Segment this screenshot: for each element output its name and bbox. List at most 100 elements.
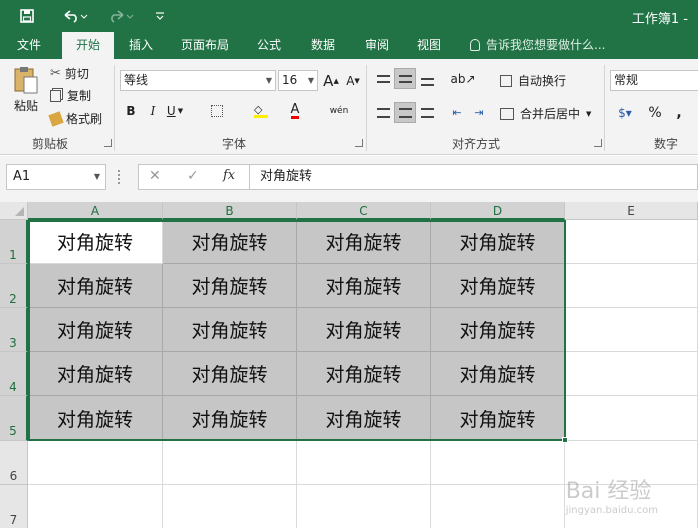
tab-formulas[interactable]: 公式 <box>248 32 290 59</box>
increase-indent-button[interactable]: ⇥ <box>468 102 490 123</box>
number-format-select[interactable]: 常规 <box>610 70 698 91</box>
cell-b4[interactable]: 对角旋转 <box>163 352 297 396</box>
cell-c2[interactable]: 对角旋转 <box>297 264 431 308</box>
cell-b7[interactable] <box>163 485 297 528</box>
wrap-text-button[interactable]: 自动换行 <box>500 72 566 89</box>
cell-a5[interactable]: 对角旋转 <box>28 396 163 441</box>
tab-review[interactable]: 审阅 <box>356 32 398 59</box>
borders-button[interactable] <box>206 100 228 121</box>
cell-c6[interactable] <box>297 441 431 485</box>
merge-center-button[interactable]: 合并后居中 ▼ <box>500 105 591 122</box>
column-header-e[interactable]: E <box>565 202 698 220</box>
column-header-d[interactable]: D <box>431 202 565 220</box>
tab-view[interactable]: 视图 <box>408 32 450 59</box>
comma-button[interactable]: , <box>668 102 690 123</box>
italic-button[interactable]: I <box>142 100 164 121</box>
save-icon[interactable] <box>14 0 40 32</box>
tab-insert[interactable]: 插入 <box>120 32 162 59</box>
font-size-select[interactable]: 16 ▼ <box>278 70 318 91</box>
redo-icon[interactable] <box>104 0 138 32</box>
cell-e3[interactable] <box>565 308 698 352</box>
orientation-icon: ab↗ <box>450 71 476 86</box>
tab-home[interactable]: 开始 <box>62 32 114 59</box>
cell-b5[interactable]: 对角旋转 <box>163 396 297 441</box>
tab-page-layout[interactable]: 页面布局 <box>172 32 238 59</box>
row-header-7[interactable]: 7 <box>0 485 28 528</box>
cut-button[interactable]: ✂ 剪切 <box>50 65 89 82</box>
cell-a1[interactable]: 对角旋转 <box>28 220 163 264</box>
underline-button[interactable]: U ▼ <box>164 100 186 121</box>
format-painter-button[interactable]: 格式刷 <box>48 110 102 127</box>
insert-function-icon[interactable]: fx <box>223 168 235 183</box>
name-box[interactable]: A1 ▼ <box>6 164 106 190</box>
row-header-5[interactable]: 5 <box>0 396 28 441</box>
fill-color-button[interactable]: ◇ <box>250 100 272 121</box>
row-header-6[interactable]: 6 <box>0 441 28 485</box>
undo-icon[interactable] <box>58 0 92 32</box>
cell-c1[interactable]: 对角旋转 <box>297 220 431 264</box>
cell-d3[interactable]: 对角旋转 <box>431 308 565 352</box>
copy-button[interactable]: 复制 <box>50 87 91 104</box>
bold-button[interactable]: B <box>120 100 142 121</box>
paste-button[interactable]: 粘贴 <box>10 65 42 121</box>
cell-a2[interactable]: 对角旋转 <box>28 264 163 308</box>
cell-b3[interactable]: 对角旋转 <box>163 308 297 352</box>
accounting-format-button[interactable]: $▾ <box>610 102 640 123</box>
font-name-value: 等线 <box>124 73 149 87</box>
percent-button[interactable]: % <box>644 102 666 123</box>
cell-d5[interactable]: 对角旋转 <box>431 396 565 441</box>
cell-c5[interactable]: 对角旋转 <box>297 396 431 441</box>
cell-c3[interactable]: 对角旋转 <box>297 308 431 352</box>
align-left-button[interactable] <box>372 102 394 123</box>
phonetic-button[interactable]: wén <box>328 100 350 121</box>
tab-data[interactable]: 数据 <box>302 32 344 59</box>
alignment-launcher-icon[interactable] <box>594 139 602 147</box>
cancel-icon[interactable]: ✕ <box>149 168 161 184</box>
select-all-button[interactable] <box>0 202 28 220</box>
cell-a3[interactable]: 对角旋转 <box>28 308 163 352</box>
cell-a6[interactable] <box>28 441 163 485</box>
cell-d2[interactable]: 对角旋转 <box>431 264 565 308</box>
enter-icon[interactable]: ✓ <box>187 168 199 184</box>
column-header-c[interactable]: C <box>297 202 431 220</box>
shrink-font-button[interactable]: A ▼ <box>342 70 364 91</box>
cell-c7[interactable] <box>297 485 431 528</box>
row-header-4[interactable]: 4 <box>0 352 28 396</box>
font-color-button[interactable]: A <box>284 100 306 121</box>
cell-d4[interactable]: 对角旋转 <box>431 352 565 396</box>
align-right-button[interactable] <box>416 102 438 123</box>
clipboard-launcher-icon[interactable] <box>104 139 112 147</box>
column-header-a[interactable]: A <box>28 202 163 220</box>
customize-icon[interactable] <box>150 0 170 32</box>
cell-d6[interactable] <box>431 441 565 485</box>
cell-e4[interactable] <box>565 352 698 396</box>
row-header-3[interactable]: 3 <box>0 308 28 352</box>
fill-handle[interactable] <box>562 437 568 443</box>
align-bottom-button[interactable] <box>416 68 438 89</box>
cell-e5[interactable] <box>565 396 698 441</box>
cell-e2[interactable] <box>565 264 698 308</box>
column-header-b[interactable]: B <box>163 202 297 220</box>
cell-a4[interactable]: 对角旋转 <box>28 352 163 396</box>
row-header-2[interactable]: 2 <box>0 264 28 308</box>
font-launcher-icon[interactable] <box>355 139 363 147</box>
cell-e1[interactable] <box>565 220 698 264</box>
align-center-button[interactable] <box>394 102 416 123</box>
decrease-indent-button[interactable]: ⇤ <box>446 102 468 123</box>
align-top-button[interactable] <box>372 68 394 89</box>
orientation-button[interactable]: ab↗ <box>448 68 478 89</box>
cell-a7[interactable] <box>28 485 163 528</box>
formula-input[interactable]: 对角旋转 <box>250 164 698 190</box>
cell-b2[interactable]: 对角旋转 <box>163 264 297 308</box>
cell-d7[interactable] <box>431 485 565 528</box>
row-header-1[interactable]: 1 <box>0 220 28 264</box>
tab-file[interactable]: 文件 <box>6 32 52 59</box>
font-name-select[interactable]: 等线 ▼ <box>120 70 276 91</box>
cell-b1[interactable]: 对角旋转 <box>163 220 297 264</box>
cell-d1[interactable]: 对角旋转 <box>431 220 565 264</box>
grow-font-button[interactable]: A ▲ <box>320 70 342 91</box>
tell-me-box[interactable]: 告诉我您想要做什么... <box>470 32 605 59</box>
cell-b6[interactable] <box>163 441 297 485</box>
cell-c4[interactable]: 对角旋转 <box>297 352 431 396</box>
align-middle-button[interactable] <box>394 68 416 89</box>
